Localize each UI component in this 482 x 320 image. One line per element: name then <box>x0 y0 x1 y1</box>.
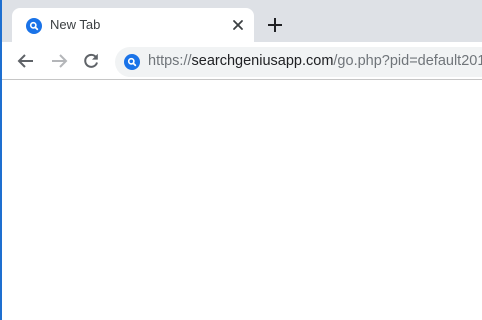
url-scheme: https:// <box>148 53 192 69</box>
browser-toolbar: https://searchgeniusapp.com/go.php?pid=d… <box>2 42 482 80</box>
url-text[interactable]: https://searchgeniusapp.com/go.php?pid=d… <box>148 53 482 69</box>
tab-title: New Tab <box>50 17 101 32</box>
back-arrow-icon[interactable] <box>16 51 36 71</box>
url-path: /go.php?pid=default2017 <box>333 53 482 69</box>
new-tab-plus-icon[interactable] <box>265 15 285 35</box>
page-content <box>2 80 482 320</box>
address-bar[interactable]: https://searchgeniusapp.com/go.php?pid=d… <box>115 47 482 77</box>
browser-window: New Tab https://searchgeniusapp.com/go.p… <box>0 0 482 320</box>
search-favicon-icon <box>26 18 42 34</box>
reload-icon[interactable] <box>81 51 101 71</box>
forward-arrow-icon[interactable] <box>49 51 69 71</box>
search-favicon-icon <box>124 54 140 70</box>
tab-new-tab[interactable]: New Tab <box>12 8 254 42</box>
tab-strip: New Tab <box>2 0 482 42</box>
close-icon[interactable] <box>230 17 246 33</box>
url-host: searchgeniusapp.com <box>191 53 334 69</box>
